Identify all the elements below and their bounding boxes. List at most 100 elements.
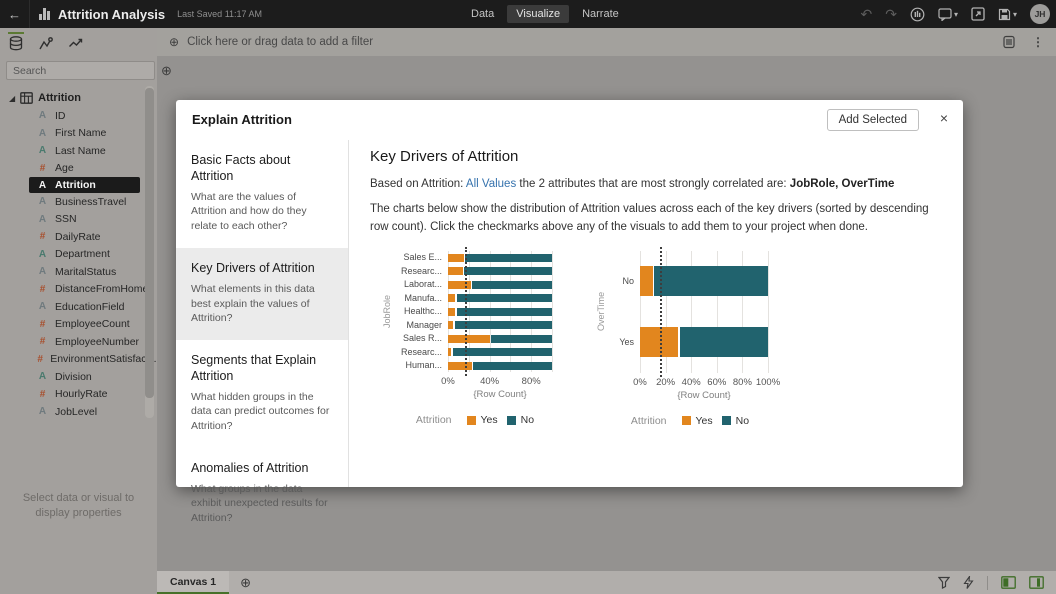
jobrole-chart[interactable]: JobRoleSales E...Researc...Laborat...Man…: [384, 251, 552, 427]
back-button[interactable]: ←: [0, 0, 30, 28]
x-axis-title: {Row Count}: [473, 389, 526, 400]
category-label: No: [612, 276, 634, 286]
field-row[interactable]: AEducationField: [0, 298, 157, 316]
analytics-tab[interactable]: [67, 31, 85, 55]
bar-segment-yes[interactable]: [448, 294, 455, 302]
bar-segment-no[interactable]: [455, 321, 552, 329]
overtime-chart[interactable]: OverTimeNoYes0%20%40%60%80%100%{Row Coun…: [598, 251, 768, 427]
touch-insights-icon[interactable]: [963, 576, 974, 589]
field-row[interactable]: AFirst Name: [0, 125, 157, 143]
bar-segment-yes[interactable]: [640, 266, 653, 296]
bar-segment-yes[interactable]: [448, 281, 471, 289]
field-name: EnvironmentSatisfac…: [50, 353, 157, 365]
field-row[interactable]: #HourlyRate: [0, 386, 157, 404]
x-axis-tick: 0%: [633, 377, 647, 388]
explain-nav-item[interactable]: Key Drivers of AttritionWhat elements in…: [176, 248, 348, 340]
explain-nav-item[interactable]: Segments that Explain AttritionWhat hidd…: [176, 340, 348, 448]
add-dataset-icon[interactable]: ⊕: [161, 64, 172, 77]
bar-segment-no[interactable]: [457, 294, 552, 302]
field-row[interactable]: #EmployeeNumber: [0, 333, 157, 351]
bar-segment-yes[interactable]: [448, 348, 451, 356]
filter-settings-icon[interactable]: [1002, 35, 1016, 49]
bar-segment-no[interactable]: [465, 254, 552, 262]
bar-segment-no[interactable]: [464, 267, 552, 275]
kebab-menu-icon[interactable]: ⋮: [1032, 35, 1044, 49]
field-row[interactable]: AID: [0, 107, 157, 125]
legend-entry-no[interactable]: No: [722, 415, 749, 427]
back-arrow-icon: ←: [8, 7, 21, 22]
explain-dialog-header: Explain Attrition Add Selected ×: [176, 100, 963, 140]
bar-segment-no[interactable]: [472, 281, 552, 289]
bar-segment-yes[interactable]: [448, 335, 490, 343]
bar-segment-no[interactable]: [473, 362, 552, 370]
legend-entry-yes[interactable]: Yes: [682, 415, 713, 427]
category-label: Human...: [398, 360, 442, 370]
field-row[interactable]: # EnvironmentSatisfac…: [0, 351, 157, 369]
redo-icon[interactable]: ↷: [885, 6, 897, 23]
visualizations-tab[interactable]: [37, 31, 55, 55]
add-filter-prompt[interactable]: Click here or drag data to add a filter: [187, 36, 373, 48]
dataset-row[interactable]: ◢ Attrition: [0, 89, 157, 107]
all-values-link[interactable]: All Values: [466, 178, 516, 190]
field-row[interactable]: #EmployeeCount: [0, 316, 157, 334]
bar-segment-yes[interactable]: [448, 267, 463, 275]
bar-segment-yes[interactable]: [448, 308, 455, 316]
field-name: MaritalStatus: [55, 266, 116, 278]
bar-segment-yes[interactable]: [448, 254, 464, 262]
sidebar-scrollbar-thumb[interactable]: [145, 88, 154, 398]
field-row[interactable]: AMaritalStatus: [0, 263, 157, 281]
filter-pin-icon[interactable]: [938, 576, 950, 589]
field-row[interactable]: #Age: [0, 160, 157, 178]
dialog-title: Explain Attrition: [192, 112, 292, 127]
dataset-icon: [20, 92, 33, 104]
tab-visualize[interactable]: Visualize: [507, 5, 569, 23]
field-row[interactable]: ADivision: [0, 368, 157, 386]
add-selected-button[interactable]: Add Selected: [827, 109, 919, 131]
bar-segment-yes[interactable]: [448, 362, 472, 370]
auto-insights-icon[interactable]: [910, 7, 925, 22]
field-row[interactable]: ABusinessTravel: [0, 193, 157, 211]
present-icon[interactable]: [971, 7, 985, 21]
comments-menu[interactable]: ▾: [938, 8, 958, 21]
explain-nav-item[interactable]: Basic Facts about AttritionWhat are the …: [176, 140, 348, 248]
bar-segment-no[interactable]: [453, 348, 552, 356]
field-row[interactable]: AAttrition: [29, 177, 140, 193]
close-icon[interactable]: ×: [940, 111, 948, 125]
measure-icon: #: [37, 354, 43, 365]
x-axis-tick: 0%: [441, 376, 455, 387]
legend-entry-yes[interactable]: Yes: [467, 414, 498, 426]
measure-icon: #: [37, 284, 48, 295]
data-elements-tab[interactable]: [7, 31, 25, 55]
legend-title: Attrition: [416, 414, 452, 426]
user-avatar[interactable]: JH: [1030, 4, 1050, 24]
expand-icon[interactable]: ◢: [9, 94, 15, 103]
field-row[interactable]: ALast Name: [0, 142, 157, 160]
layout-left-icon[interactable]: [1001, 576, 1016, 589]
bar-segment-yes[interactable]: [640, 327, 678, 357]
add-canvas-icon[interactable]: ⊕: [240, 576, 251, 589]
save-menu[interactable]: ▾: [998, 8, 1017, 21]
legend-label: Yes: [481, 414, 498, 426]
legend: AttritionYesNo: [612, 415, 768, 427]
canvas-tab[interactable]: Canvas 1: [157, 571, 229, 594]
legend-entry-no[interactable]: No: [507, 414, 534, 426]
explain-nav-item[interactable]: Anomalies of AttritionWhat groups in the…: [176, 448, 348, 540]
bar-segment-no[interactable]: [457, 308, 552, 316]
undo-icon[interactable]: ↶: [861, 6, 873, 23]
bar-segment-yes[interactable]: [448, 321, 453, 329]
layout-right-icon[interactable]: [1029, 576, 1044, 589]
field-row[interactable]: ADepartment: [0, 246, 157, 264]
field-row[interactable]: #DistanceFromHome: [0, 281, 157, 299]
bar-segment-no[interactable]: [680, 327, 768, 357]
attribute-icon: A: [37, 128, 48, 139]
tab-narrate[interactable]: Narrate: [573, 5, 628, 23]
bar-segment-no[interactable]: [491, 335, 552, 343]
field-row[interactable]: #DailyRate: [0, 228, 157, 246]
x-axis-tick: 80%: [733, 377, 752, 388]
search-input[interactable]: [6, 61, 155, 80]
tab-data[interactable]: Data: [462, 5, 503, 23]
field-row[interactable]: ASSN: [0, 211, 157, 229]
field-row[interactable]: AJobLevel: [0, 403, 157, 420]
bar-segment-no[interactable]: [654, 266, 768, 296]
add-filter-icon[interactable]: ⊕: [169, 36, 179, 48]
